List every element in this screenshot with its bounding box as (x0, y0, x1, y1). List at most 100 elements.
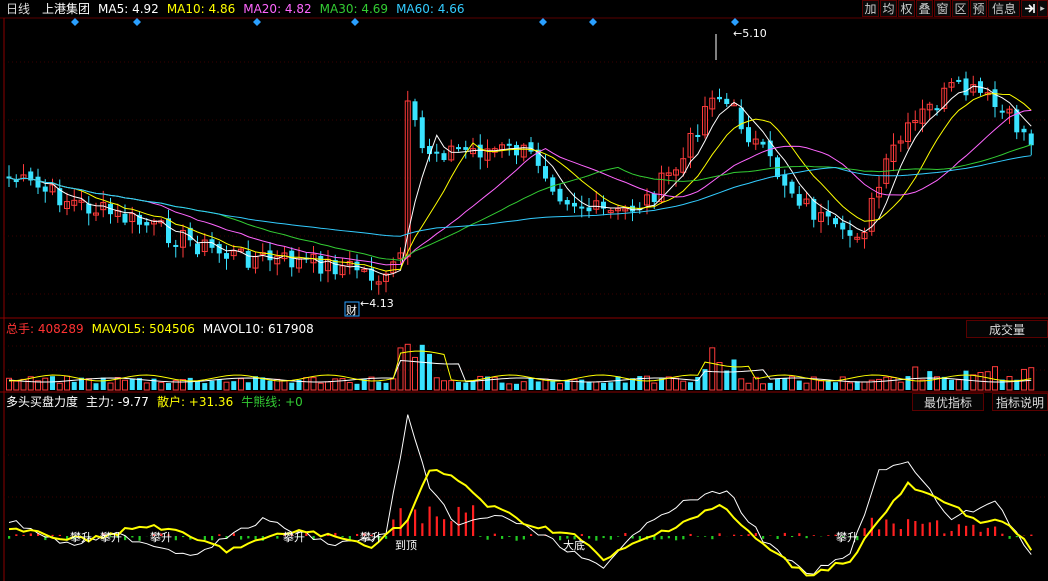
volume-bar (274, 378, 281, 391)
moving-average-line (8, 155, 1032, 237)
indicator-histogram-bar (414, 509, 417, 536)
volume-bar (1021, 368, 1027, 391)
indicator-help-button[interactable]: 指标说明 (992, 393, 1048, 411)
volume-bar (289, 382, 295, 390)
candle-body (999, 110, 1005, 113)
candle-body (564, 200, 570, 205)
candle-body (325, 258, 331, 272)
indicator-header: 多头买盘力度 主力: -9.77 散户: +31.36 牛熊线: +0 (0, 394, 303, 409)
indicator-histogram-bar (15, 534, 18, 536)
indicator-histogram-bar (682, 536, 685, 540)
candle-body (709, 97, 716, 110)
indicator-histogram-bar (450, 521, 453, 536)
indicator-histogram-bar (675, 536, 678, 541)
candle-body (64, 201, 70, 209)
indicator-histogram-bar (334, 532, 337, 536)
indicator-histogram-bar (667, 536, 670, 539)
volume-bar (680, 380, 687, 391)
indicator-histogram-bar (29, 533, 32, 536)
volume-bar (876, 378, 882, 391)
indicator-name[interactable]: 多头买盘力度 (6, 393, 78, 410)
candle-body (289, 250, 295, 268)
mavol10-line (8, 359, 1032, 383)
volume-bar (716, 361, 723, 391)
average-button[interactable]: 均 (880, 0, 897, 17)
indicator-histogram-bar (776, 536, 779, 540)
forecast-button[interactable]: 预 (970, 0, 987, 17)
indicator-histogram-bar (8, 536, 11, 539)
candle-body (890, 144, 897, 163)
candle-body (535, 149, 541, 166)
indicator-histogram-bar (530, 534, 533, 536)
indicator-histogram-bar (689, 533, 692, 536)
period-label[interactable]: 日线 (6, 0, 30, 17)
event-diamond-icon (351, 18, 359, 26)
volume-bar (491, 376, 498, 391)
volume-bar (267, 380, 273, 390)
more-icon[interactable]: ▸ (1037, 0, 1048, 17)
candle-body (572, 202, 577, 207)
info-button[interactable]: 信息 (988, 0, 1020, 17)
indicator-histogram-bar (566, 536, 569, 539)
ma10-label: MA10: 4.86 (166, 1, 236, 16)
indicator-histogram-bar (624, 533, 627, 536)
indicator-histogram-bar (247, 536, 250, 539)
volume-bar (180, 379, 186, 391)
indicator-histogram-bar (160, 533, 163, 536)
candle-body (644, 194, 650, 206)
candle-body (665, 172, 672, 176)
signal-label: 大底 (563, 538, 585, 552)
volume-bar (151, 378, 157, 390)
volume-bar (579, 379, 585, 390)
candle-body (238, 248, 244, 252)
rights-button[interactable]: 权 (898, 0, 915, 17)
signal-label: 攀升 (360, 531, 382, 544)
indicator-histogram-bar (646, 536, 649, 540)
indicator-histogram-bar (1008, 536, 1011, 539)
overlay-button[interactable]: 叠 (916, 0, 933, 17)
candle-body (13, 178, 19, 183)
indicator-histogram-bar (856, 536, 859, 541)
stock-chart[interactable]: ←5.10←4.13财攀升 攀升 攀升 攀升 攀升到顶 大底攀升 (0, 0, 1048, 581)
volume-bar (927, 371, 933, 390)
enter-arrow-icon[interactable] (1021, 0, 1038, 17)
fuquan-button[interactable]: 加 (862, 0, 879, 17)
volume-bar (506, 383, 513, 391)
candle-body (630, 205, 635, 212)
finance-marker-label: 财 (346, 303, 357, 317)
candle-body (166, 218, 171, 244)
range-button[interactable]: 区 (952, 0, 969, 17)
indicator-histogram-bar (261, 536, 264, 541)
candle-body (731, 103, 737, 107)
candle-body (796, 194, 802, 206)
indicator-histogram-bar (907, 519, 910, 536)
signal-label: 攀升 (836, 531, 858, 544)
candle-body (332, 260, 338, 275)
indicator-histogram-bar (87, 536, 90, 537)
candle-body (151, 220, 157, 225)
candle-body (274, 255, 281, 265)
volume-bar (601, 382, 606, 390)
volume-switch-button[interactable]: 成交量 (966, 320, 1048, 338)
indicator-histogram-bar (290, 534, 293, 536)
volume-bar (27, 376, 34, 391)
indicator-histogram-bar (936, 520, 939, 536)
candle-body (607, 210, 614, 214)
indicator-histogram-bar (515, 536, 518, 541)
volume-bar (550, 380, 556, 390)
ma5-label: MA5: 4.92 (98, 1, 159, 16)
volume-bar (782, 378, 788, 390)
volume-bar (651, 382, 658, 391)
volume-bar (79, 377, 84, 390)
indicator-histogram-bar (798, 533, 801, 536)
candle-body (622, 208, 629, 212)
volume-bar (158, 381, 165, 391)
indicator-histogram-bar (559, 536, 562, 541)
indicator-histogram-bar (783, 532, 786, 536)
window-button[interactable]: 窗 (934, 0, 951, 17)
volume-bar (376, 381, 382, 390)
candle-body (586, 207, 592, 212)
candle-body (310, 253, 317, 264)
best-indicator-button[interactable]: 最优指标 (912, 393, 984, 411)
indicator-histogram-bar (791, 536, 794, 538)
